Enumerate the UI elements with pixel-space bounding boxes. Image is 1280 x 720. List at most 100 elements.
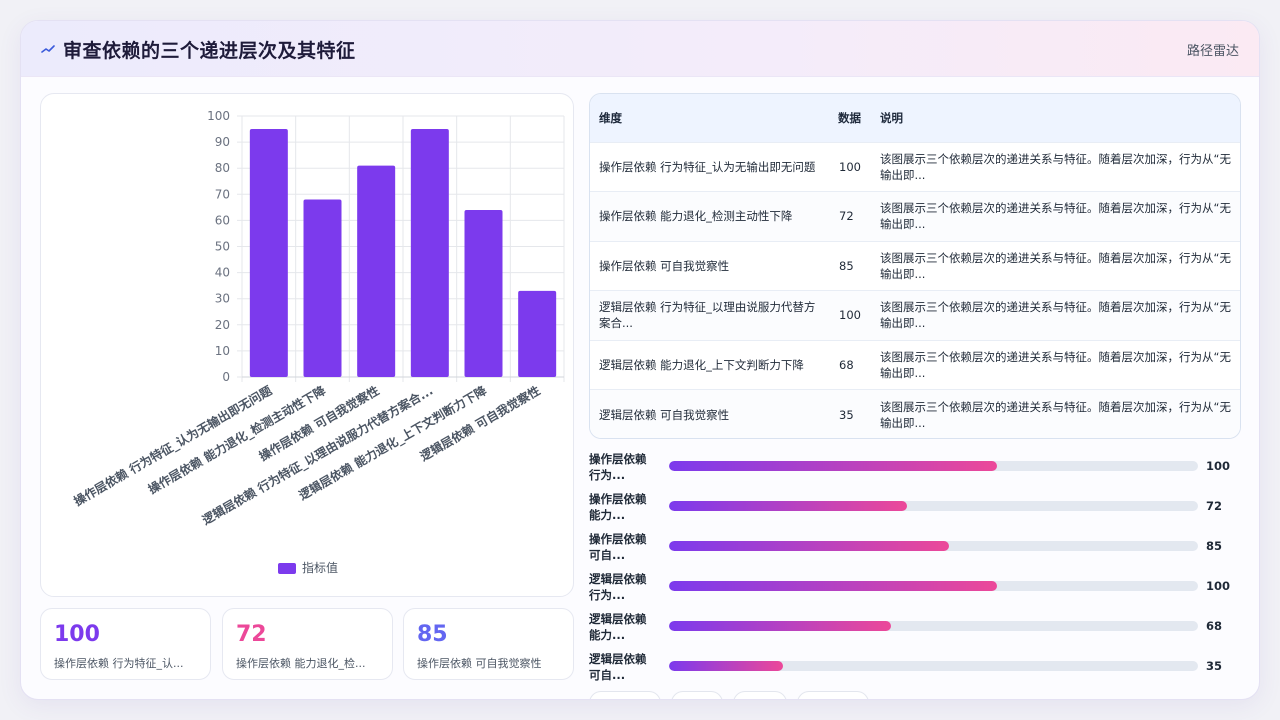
bar bbox=[303, 199, 342, 377]
progress-track bbox=[669, 621, 1198, 631]
progress-track bbox=[669, 581, 1198, 591]
progress-value: 85 bbox=[1206, 539, 1223, 553]
cell-description: 该图展示三个依赖层次的递进关系与特征。随着层次加深，行为从“无输出即... bbox=[880, 250, 1231, 281]
dashboard-card: 审查依赖的三个递进层次及其特征 路径雷达 0 10 20 30 40 50 60 70 80 90… bbox=[20, 20, 1260, 700]
progress-track bbox=[669, 501, 1198, 511]
chip[interactable] bbox=[589, 691, 661, 699]
progress-label: 逻辑层依赖 可自... bbox=[589, 652, 647, 682]
y-tick-label: 100 bbox=[207, 109, 230, 123]
header-bar: 审查依赖的三个递进层次及其特征 路径雷达 bbox=[21, 21, 1259, 77]
cell-dimension: 逻辑层依赖 可自我觉察性 bbox=[599, 407, 730, 422]
cell-value: 35 bbox=[839, 407, 854, 422]
y-tick-label: 50 bbox=[215, 240, 230, 254]
kpi-card: 72 操作层依赖 能力退化_检... bbox=[222, 608, 393, 680]
cell-value: 100 bbox=[839, 308, 861, 323]
cell-value: 85 bbox=[839, 258, 854, 273]
progress-track bbox=[669, 541, 1198, 551]
kpi-label: 操作层依赖 能力退化_检... bbox=[236, 657, 366, 670]
legend-swatch bbox=[278, 563, 296, 574]
cell-description: 该图展示三个依赖层次的递进关系与特征。随着层次加深，行为从“无输出即... bbox=[880, 399, 1231, 430]
progress-fill bbox=[669, 621, 892, 631]
table-row: 操作层依赖 可自我觉察性 85 该图展示三个依赖层次的递进关系与特征。随着层次加… bbox=[590, 241, 1240, 291]
progress-value: 68 bbox=[1206, 619, 1223, 633]
cell-description: 该图展示三个依赖层次的递进关系与特征。随着层次加深，行为从“无输出即... bbox=[880, 349, 1231, 380]
table-row: 逻辑层依赖 可自我觉察性 35 该图展示三个依赖层次的递进关系与特征。随着层次加… bbox=[590, 389, 1240, 438]
progress-row: 逻辑层依赖 能力... 68 bbox=[589, 611, 1241, 647]
y-tick-label: 80 bbox=[215, 161, 230, 175]
y-tick-label: 20 bbox=[215, 318, 230, 332]
bar bbox=[464, 209, 503, 377]
bar bbox=[249, 129, 288, 377]
page-title: 审查依赖的三个递进层次及其特征 bbox=[63, 40, 356, 62]
progress-value: 72 bbox=[1206, 499, 1223, 513]
progress-value: 100 bbox=[1206, 459, 1231, 473]
cell-dimension: 操作层依赖 能力退化_检测主动性下降 bbox=[599, 209, 793, 224]
progress-row: 操作层依赖 行为... 100 bbox=[589, 451, 1241, 487]
bar-chart-panel: 0 10 20 30 40 50 60 70 80 90 100 操作层依赖 行为特征_认为无输出即无… bbox=[40, 93, 574, 597]
data-table: 维度 数据 说明 操作层依赖 行为特征_认为无输出即无问题 100 该图展示三个… bbox=[590, 94, 1240, 438]
table-row: 操作层依赖 行为特征_认为无输出即无问题 100 该图展示三个依赖层次的递进关系… bbox=[590, 142, 1240, 192]
bar bbox=[518, 290, 557, 377]
progress-fill bbox=[669, 541, 950, 551]
progress-track bbox=[669, 661, 1198, 671]
progress-value: 100 bbox=[1206, 579, 1231, 593]
y-tick-label: 40 bbox=[215, 266, 230, 280]
cell-value: 100 bbox=[839, 159, 861, 174]
table-row: 操作层依赖 能力退化_检测主动性下降 72 该图展示三个依赖层次的递进关系与特征… bbox=[590, 191, 1240, 241]
progress-row: 逻辑层依赖 可自... 35 bbox=[589, 651, 1241, 687]
cell-dimension: 操作层依赖 可自我觉察性 bbox=[599, 258, 730, 273]
y-tick-label: 30 bbox=[215, 292, 230, 306]
kpi-value: 72 bbox=[236, 622, 267, 647]
y-tick-label: 70 bbox=[215, 187, 230, 201]
bar bbox=[410, 129, 449, 377]
y-tick-label: 10 bbox=[215, 344, 230, 358]
cell-value: 72 bbox=[839, 209, 854, 224]
progress-row: 操作层依赖 能力... 72 bbox=[589, 491, 1241, 527]
path-radar-link[interactable]: 路径雷达 bbox=[1187, 40, 1239, 59]
progress-fill bbox=[669, 661, 783, 671]
progress-value: 35 bbox=[1206, 659, 1223, 673]
cell-description: 该图展示三个依赖层次的递进关系与特征。随着层次加深，行为从“无输出即... bbox=[880, 201, 1231, 232]
legend-label: 指标值 bbox=[302, 560, 338, 575]
kpi-value: 100 bbox=[54, 622, 100, 647]
cell-dimension: 逻辑层依赖 行为特征_以理由说服力代替方案合... bbox=[599, 300, 816, 331]
y-tick-label: 0 bbox=[222, 370, 230, 384]
chart-line-icon bbox=[41, 45, 55, 53]
column-header-description: 说明 bbox=[880, 110, 903, 125]
chip[interactable] bbox=[797, 691, 869, 699]
bar bbox=[357, 165, 396, 377]
bar-chart: 0102030405060708090100操作层依赖 行为特征_认为无输出即无… bbox=[71, 109, 565, 575]
cell-description: 该图展示三个依赖层次的递进关系与特征。随着层次加深，行为从“无输出即... bbox=[880, 300, 1231, 331]
progress-label: 操作层依赖 能力... bbox=[589, 492, 647, 522]
progress-label: 逻辑层依赖 行为... bbox=[589, 572, 647, 602]
progress-label: 操作层依赖 可自... bbox=[589, 532, 647, 562]
column-header-dimension: 维度 bbox=[599, 110, 622, 125]
kpi-label: 操作层依赖 可自我觉察性 bbox=[417, 657, 542, 670]
cell-description: 该图展示三个依赖层次的递进关系与特征。随着层次加深，行为从“无输出即... bbox=[880, 151, 1231, 182]
kpi-label: 操作层依赖 行为特征_认... bbox=[54, 657, 184, 670]
progress-label: 逻辑层依赖 能力... bbox=[589, 612, 647, 642]
progress-fill bbox=[669, 581, 997, 591]
table-header-row: 维度 数据 说明 bbox=[590, 94, 1240, 142]
cell-value: 68 bbox=[839, 357, 854, 372]
progress-fill bbox=[669, 461, 997, 471]
kpi-card: 85 操作层依赖 可自我觉察性 bbox=[403, 608, 574, 680]
progress-fill bbox=[669, 501, 908, 511]
progress-label: 操作层依赖 行为... bbox=[589, 452, 647, 482]
kpi-value: 85 bbox=[417, 622, 448, 647]
chip[interactable] bbox=[671, 691, 723, 699]
data-table-panel: 维度 数据 说明 操作层依赖 行为特征_认为无输出即无问题 100 该图展示三个… bbox=[589, 93, 1241, 439]
cell-dimension: 操作层依赖 行为特征_认为无输出即无问题 bbox=[599, 159, 816, 174]
progress-track bbox=[669, 461, 1198, 471]
table-row: 逻辑层依赖 能力退化_上下文判断力下降 68 该图展示三个依赖层次的递进关系与特… bbox=[590, 340, 1240, 390]
y-tick-label: 90 bbox=[215, 135, 230, 149]
progress-row: 操作层依赖 可自... 85 bbox=[589, 531, 1241, 567]
column-header-data: 数据 bbox=[838, 110, 861, 125]
chip[interactable] bbox=[733, 691, 787, 699]
progress-row: 逻辑层依赖 行为... 100 bbox=[589, 571, 1241, 607]
cell-dimension: 逻辑层依赖 能力退化_上下文判断力下降 bbox=[599, 357, 804, 372]
y-tick-label: 60 bbox=[215, 213, 230, 227]
chip-row bbox=[589, 691, 1241, 699]
table-row: 逻辑层依赖 行为特征_以理由说服力代替方案合... 100 该图展示三个依赖层次… bbox=[590, 290, 1240, 340]
kpi-card: 100 操作层依赖 行为特征_认... bbox=[40, 608, 211, 680]
